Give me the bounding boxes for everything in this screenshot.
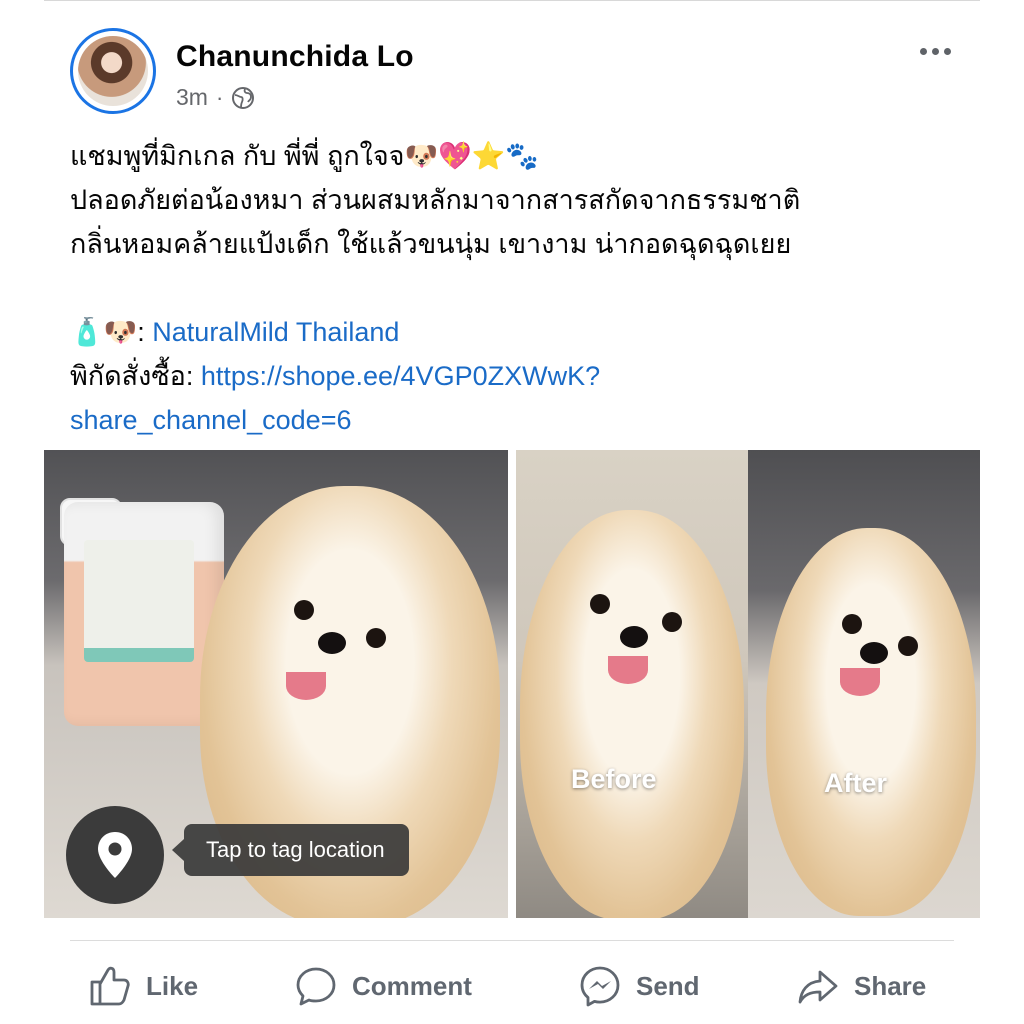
- dog-tongue: [608, 656, 648, 684]
- meta-separator: ·: [215, 84, 224, 110]
- order-line-cont: share_channel_code=6: [70, 398, 970, 442]
- avatar-image: [78, 36, 148, 106]
- photo-gap: [508, 450, 516, 918]
- product-page-link[interactable]: NaturalMild Thailand: [152, 317, 399, 347]
- post-photo-before-after[interactable]: Before After: [516, 450, 980, 918]
- messenger-icon: [580, 966, 620, 1007]
- globe-icon: [231, 86, 255, 110]
- like-button[interactable]: Like: [88, 958, 198, 1014]
- author-avatar[interactable]: [70, 28, 156, 114]
- post-line: ปลอดภัยต่อน้องหมา ส่วนผสมหลักมาจากสารสกั…: [70, 185, 801, 215]
- dog-eye: [898, 636, 918, 656]
- tag-location-tooltip[interactable]: Tap to tag location: [172, 824, 409, 876]
- dog-tongue: [286, 672, 326, 700]
- dog-eye: [842, 614, 862, 634]
- comment-bubble-icon: [296, 967, 336, 1006]
- share-label: Share: [854, 970, 927, 1001]
- top-divider: [44, 0, 980, 1]
- dog-tongue: [840, 668, 880, 696]
- dot-icon: [944, 48, 951, 55]
- comment-button[interactable]: Comment: [294, 958, 472, 1014]
- dog-figure: [520, 510, 744, 918]
- order-label: พิกัดสั่งซื้อ:: [70, 361, 194, 391]
- actions-divider: [70, 940, 954, 941]
- location-pin-icon: [98, 832, 132, 878]
- send-button[interactable]: Send: [578, 958, 700, 1014]
- more-options-button[interactable]: [914, 42, 957, 61]
- send-label: Send: [636, 970, 700, 1001]
- dog-eye: [662, 612, 682, 632]
- post-line: แชมพูที่มิกเกล กับ พี่พี่ ถูกใจจ🐶💖⭐🐾: [70, 141, 539, 171]
- comment-label: Comment: [352, 970, 472, 1001]
- thumbs-up-icon: [90, 966, 130, 1006]
- after-photo: After: [748, 450, 980, 918]
- dog-eye: [590, 594, 610, 614]
- post-line: กลิ่นหอมคล้ายแป้งเด็ก ใช้แล้วขนนุ่ม เขาง…: [70, 229, 792, 259]
- before-photo: Before: [516, 450, 748, 918]
- product-line: 🧴🐶: NaturalMild Thailand: [70, 310, 970, 354]
- post-time[interactable]: 3m: [176, 84, 208, 111]
- after-label: After: [824, 768, 888, 798]
- before-label: Before: [571, 764, 657, 794]
- like-label: Like: [146, 970, 199, 1001]
- dog-eye: [366, 628, 386, 648]
- dot-icon: [920, 48, 927, 55]
- dot-icon: [932, 48, 939, 55]
- order-url-link[interactable]: https://shope.ee/4VGP0ZXWwK?: [201, 361, 600, 391]
- location-pin-button[interactable]: [66, 806, 164, 904]
- dog-nose: [860, 642, 888, 664]
- product-colon: :: [137, 317, 145, 347]
- share-arrow-icon: [798, 970, 838, 1004]
- dog-figure: [766, 528, 976, 916]
- order-line: พิกัดสั่งซื้อ: https://shope.ee/4VGP0ZXW…: [70, 354, 970, 398]
- share-button[interactable]: Share: [796, 958, 926, 1014]
- post-action-bar: Like Comment Send Share: [0, 958, 1024, 1014]
- dog-nose: [620, 626, 648, 648]
- product-emoji: 🧴🐶: [70, 317, 138, 347]
- bottle-label: [84, 540, 194, 662]
- dog-eye: [294, 600, 314, 620]
- dog-nose: [318, 632, 346, 654]
- author-name[interactable]: Chanunchida Lo: [176, 40, 414, 74]
- order-url-link-cont[interactable]: share_channel_code=6: [70, 405, 351, 435]
- post-body: แชมพูที่มิกเกล กับ พี่พี่ ถูกใจจ🐶💖⭐🐾 ปลอ…: [70, 134, 970, 442]
- post-meta: 3m ·: [176, 84, 255, 111]
